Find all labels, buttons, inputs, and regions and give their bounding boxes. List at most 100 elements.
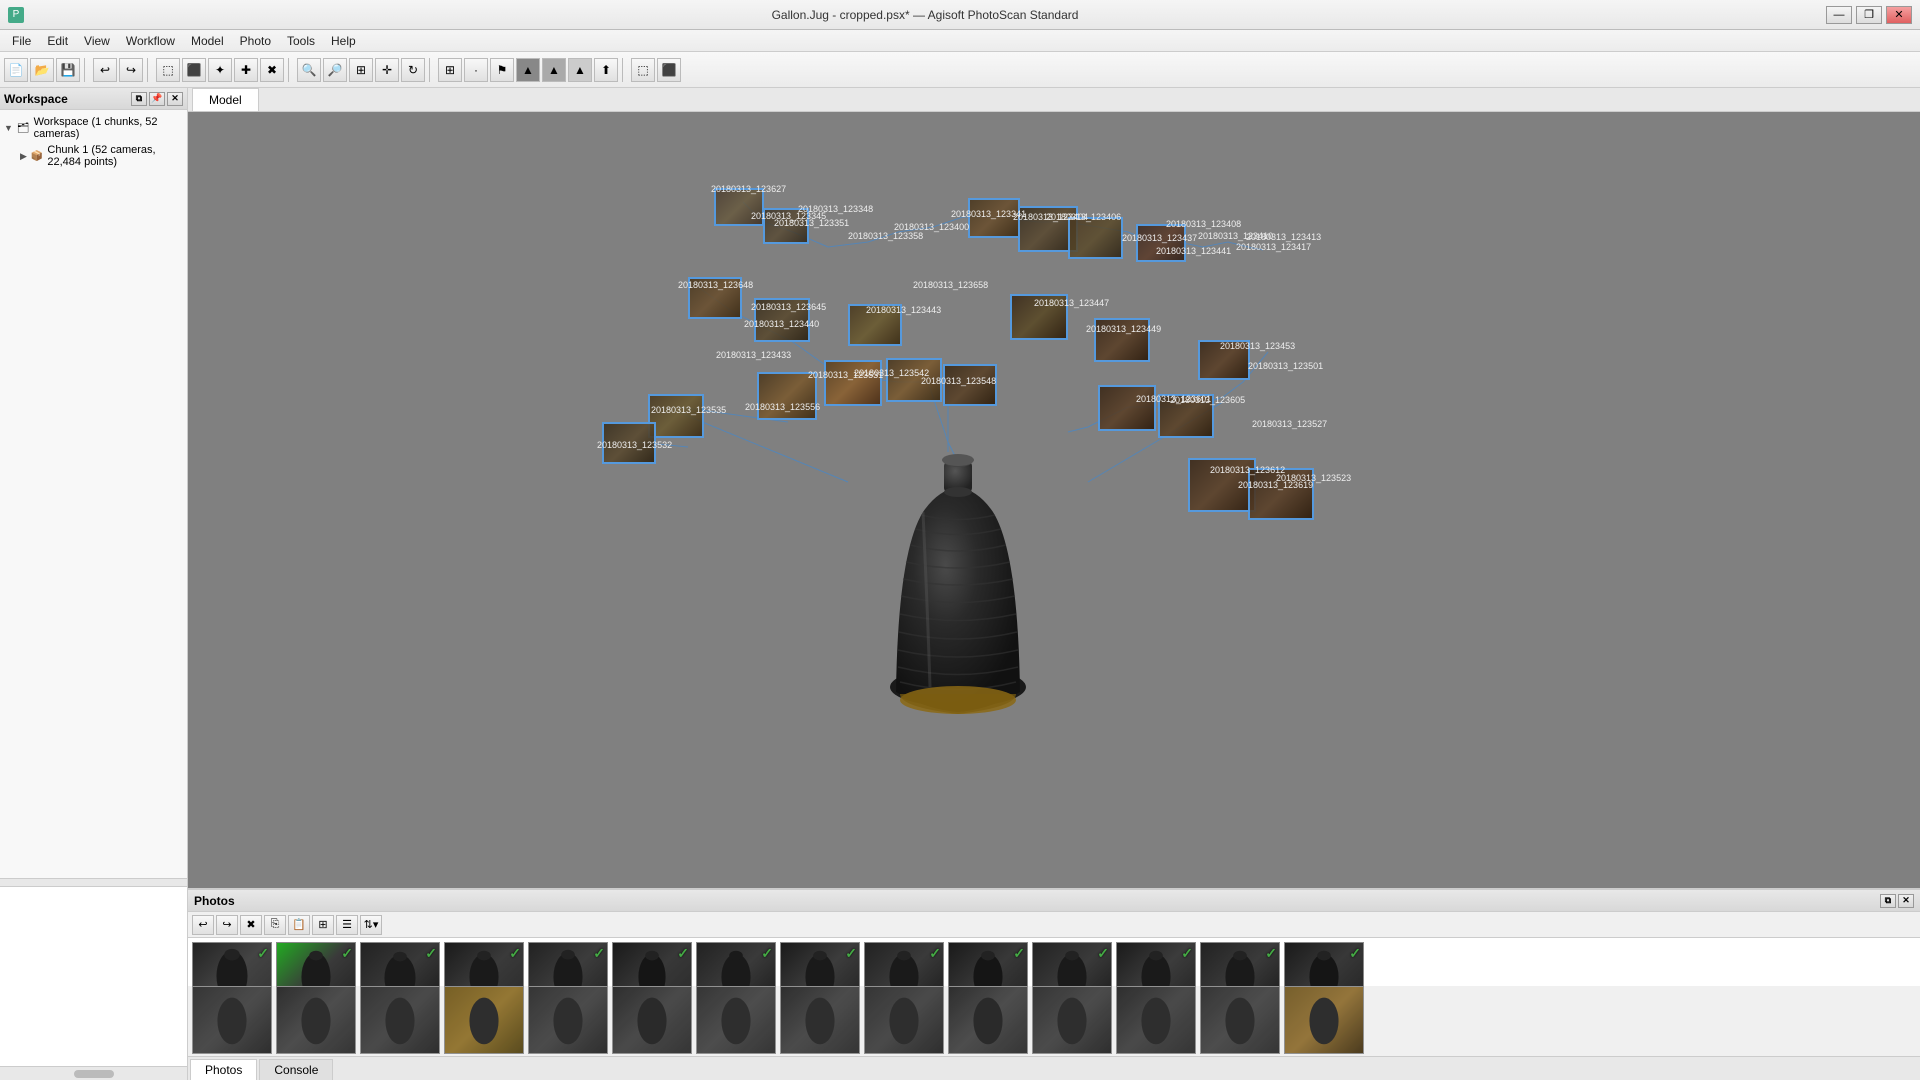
photo-thumb-r2-7[interactable] bbox=[696, 986, 776, 1054]
close-button[interactable]: ✕ bbox=[1886, 6, 1912, 24]
menubar: FileEditViewWorkflowModelPhotoToolsHelp bbox=[0, 30, 1920, 52]
workspace-root-item[interactable]: ▼ 🗂 Workspace (1 chunks, 52 cameras) bbox=[4, 114, 183, 142]
chunk-item[interactable]: ▶ 📦 Chunk 1 (52 cameras, 22,484 points) bbox=[4, 142, 183, 170]
photo-thumb-4[interactable]: ✓ 20180313_123345 bbox=[444, 942, 524, 986]
photo-thumb-1[interactable]: ✓ 20180313_123339 bbox=[192, 942, 272, 986]
toolbar-export[interactable]: ⬆ bbox=[594, 58, 618, 82]
photos-float-btn[interactable]: ⧉ bbox=[1880, 894, 1896, 908]
tab-photos[interactable]: Photos bbox=[190, 1059, 257, 1080]
photos-header-controls: ⧉ ✕ bbox=[1880, 894, 1914, 908]
photos-copy-btn[interactable]: ⎘ bbox=[264, 915, 286, 935]
photo-thumb-r2-10[interactable] bbox=[948, 986, 1028, 1054]
toolbar-save[interactable]: 💾 bbox=[56, 58, 80, 82]
restore-button[interactable]: ❐ bbox=[1856, 6, 1882, 24]
photo-thumb-3[interactable]: ✓ 20180313_123342 bbox=[360, 942, 440, 986]
toolbar-point[interactable]: · bbox=[464, 58, 488, 82]
menu-item-tools[interactable]: Tools bbox=[279, 32, 323, 50]
photos-paste-btn[interactable]: 📋 bbox=[288, 915, 310, 935]
photo-thumb-5[interactable]: ✓ 20180313_123348 bbox=[528, 942, 608, 986]
menu-item-photo[interactable]: Photo bbox=[232, 32, 279, 50]
toolbar-sep4 bbox=[429, 58, 434, 82]
toolbar-more[interactable]: ⬚ bbox=[631, 58, 655, 82]
workspace-panel-header: Workspace ⧉ 📌 ✕ bbox=[0, 88, 187, 110]
tab-console[interactable]: Console bbox=[259, 1059, 333, 1080]
toolbar-select[interactable]: ⬚ bbox=[156, 58, 180, 82]
tree-expand-arrow: ▼ bbox=[4, 123, 13, 133]
toolbar-color1[interactable]: ▲ bbox=[516, 58, 540, 82]
photo-thumb-r2-6[interactable] bbox=[612, 986, 692, 1054]
toolbar-color2[interactable]: ▲ bbox=[542, 58, 566, 82]
menu-item-help[interactable]: Help bbox=[323, 32, 364, 50]
toolbar-open[interactable]: 📂 bbox=[30, 58, 54, 82]
photo-thumb-11[interactable]: ✓ 20180313_123406 bbox=[1032, 942, 1112, 986]
photo-thumb-10[interactable]: ✓ 20180313_123404 bbox=[948, 942, 1028, 986]
workspace-header-buttons: ⧉ 📌 ✕ bbox=[131, 92, 183, 106]
photo-thumb-r2-2[interactable] bbox=[276, 986, 356, 1054]
toolbar-wand[interactable]: ✦ bbox=[208, 58, 232, 82]
menu-item-file[interactable]: File bbox=[4, 32, 39, 50]
photo-thumb-13[interactable]: ✓ 20180313_123410 bbox=[1200, 942, 1280, 986]
left-scrollbar[interactable] bbox=[0, 1066, 187, 1080]
ws-pin-btn[interactable]: 📌 bbox=[149, 92, 165, 106]
toolbar-new[interactable]: 📄 bbox=[4, 58, 28, 82]
photo-thumb-12[interactable]: ✓ 20180313_123408 bbox=[1116, 942, 1196, 986]
toolbar-add[interactable]: ✚ bbox=[234, 58, 258, 82]
cam-frame-top3 bbox=[968, 198, 1020, 238]
photos-view1-btn[interactable]: ⊞ bbox=[312, 915, 334, 935]
photos-sort-btn[interactable]: ⇅▾ bbox=[360, 915, 382, 935]
model-tab[interactable]: Model bbox=[192, 88, 259, 111]
photo-thumb-r2-11[interactable] bbox=[1032, 986, 1112, 1054]
toolbar-undo[interactable]: ↩ bbox=[93, 58, 117, 82]
toolbar-redo[interactable]: ↪ bbox=[119, 58, 143, 82]
photos-next-btn[interactable]: ↪ bbox=[216, 915, 238, 935]
toolbar-color3[interactable]: ▲ bbox=[568, 58, 592, 82]
menu-item-workflow[interactable]: Workflow bbox=[118, 32, 183, 50]
menu-item-view[interactable]: View bbox=[76, 32, 118, 50]
ws-close-btn[interactable]: ✕ bbox=[167, 92, 183, 106]
photo-check-9: ✓ bbox=[929, 945, 941, 962]
photo-thumb-r2-5[interactable] bbox=[528, 986, 608, 1054]
toolbar-more2[interactable]: ⬛ bbox=[657, 58, 681, 82]
toolbar-select2[interactable]: ⬛ bbox=[182, 58, 206, 82]
cam-label-12: 20180313_123417 bbox=[1236, 242, 1311, 252]
photo-thumb-r2-4[interactable] bbox=[444, 986, 524, 1054]
photo-thumb-r2-14[interactable] bbox=[1284, 986, 1364, 1054]
panel-resize-handle[interactable] bbox=[0, 878, 187, 886]
viewport-3d[interactable]: 20180313_123627 20180313_123345 20180313… bbox=[188, 112, 1920, 888]
cam-frame-fr2 bbox=[1158, 394, 1214, 438]
photo-thumb-r2-8[interactable] bbox=[780, 986, 860, 1054]
cam-label-11: 20180313_123413 bbox=[1246, 232, 1321, 242]
photo-thumb-r2-9[interactable] bbox=[864, 986, 944, 1054]
toolbar-grid[interactable]: ⊞ bbox=[438, 58, 462, 82]
toolbar-rotate[interactable]: ↻ bbox=[401, 58, 425, 82]
photo-thumb-r2-12[interactable] bbox=[1116, 986, 1196, 1054]
ws-float-btn[interactable]: ⧉ bbox=[131, 92, 147, 106]
photos-prev-btn[interactable]: ↩ bbox=[192, 915, 214, 935]
cam-frame-low1 bbox=[757, 372, 817, 420]
photos-remove-btn[interactable]: ✖ bbox=[240, 915, 262, 935]
toolbar-zoom-in[interactable]: 🔍 bbox=[297, 58, 321, 82]
menu-item-edit[interactable]: Edit bbox=[39, 32, 76, 50]
photo-thumb-6[interactable]: ✓ 20180313_123351 bbox=[612, 942, 692, 986]
photo-thumb-2[interactable]: ✓ 20180313_123341 bbox=[276, 942, 356, 986]
toolbar-move[interactable]: ✛ bbox=[375, 58, 399, 82]
photo-thumb-r2-3[interactable] bbox=[360, 986, 440, 1054]
photo-check-14: ✓ bbox=[1349, 945, 1361, 962]
workspace-label: Workspace bbox=[4, 92, 68, 106]
photo-thumb-14[interactable]: ✓ 20180313_123413 bbox=[1284, 942, 1364, 986]
toolbar-zoom-fit[interactable]: ⊞ bbox=[349, 58, 373, 82]
cam-frame-mid4 bbox=[1010, 294, 1068, 340]
minimize-button[interactable]: — bbox=[1826, 6, 1852, 24]
photo-thumb-r2-13[interactable] bbox=[1200, 986, 1280, 1054]
photo-thumb-7[interactable]: ✓ 20180313_123358 bbox=[696, 942, 776, 986]
photo-thumb-9[interactable]: ✓ 20180313_123402 bbox=[864, 942, 944, 986]
photos-close-btn[interactable]: ✕ bbox=[1898, 894, 1914, 908]
toolbar-zoom-out[interactable]: 🔎 bbox=[323, 58, 347, 82]
menu-item-model[interactable]: Model bbox=[183, 32, 232, 50]
photo-thumb-r2-1[interactable] bbox=[192, 986, 272, 1054]
photo-thumb-8[interactable]: ✓ 20180313_123400 bbox=[780, 942, 860, 986]
toolbar-flag[interactable]: ⚑ bbox=[490, 58, 514, 82]
photos-view2-btn[interactable]: ☰ bbox=[336, 915, 358, 935]
toolbar-remove[interactable]: ✖ bbox=[260, 58, 284, 82]
cam-frame-fr3 bbox=[1188, 458, 1256, 512]
